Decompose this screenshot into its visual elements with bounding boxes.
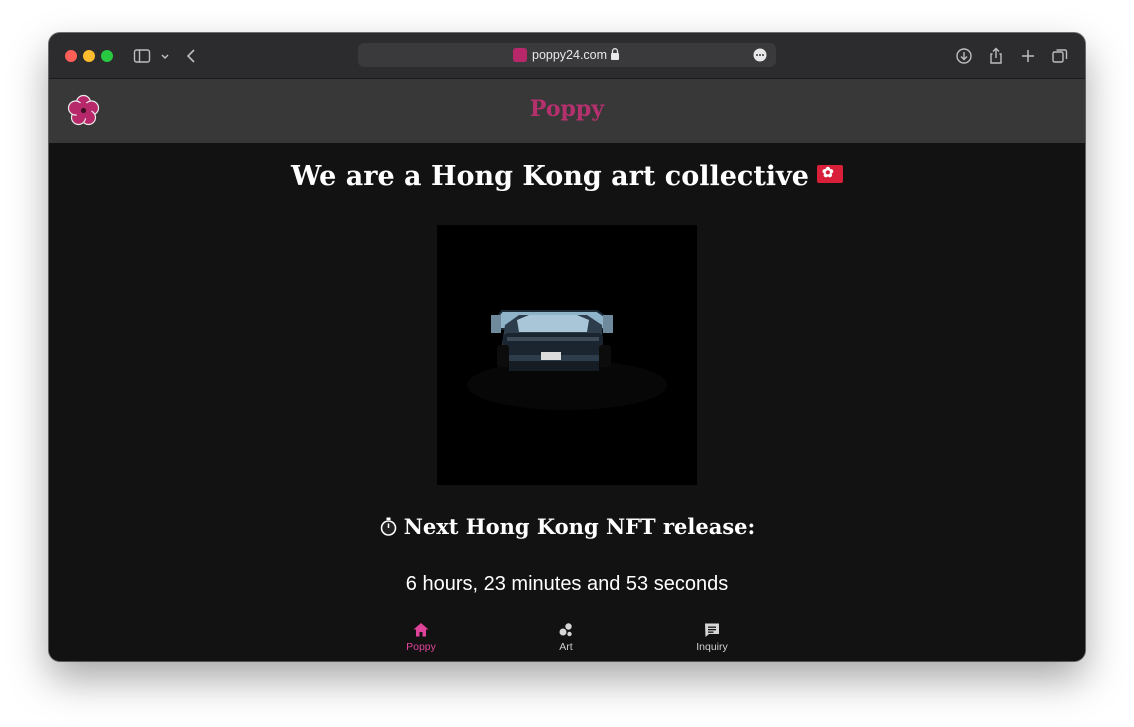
hong-kong-flag-icon: [816, 164, 843, 183]
nft-artwork-image: [437, 225, 697, 485]
url-text: poppy24.com: [532, 48, 608, 62]
minimize-window-button[interactable]: [83, 50, 95, 62]
release-heading: Next Hong Kong NFT release:: [49, 514, 1085, 539]
app-header: Poppy: [49, 79, 1085, 143]
brand-title[interactable]: Poppy: [49, 96, 1085, 122]
nav-label-inquiry: Inquiry: [696, 641, 728, 653]
lock-icon: [609, 47, 621, 61]
art-icon: [559, 623, 572, 637]
more-icon[interactable]: [753, 48, 767, 62]
supercar-illustration: [491, 310, 613, 371]
main-content: We are a Hong Kong art collective✿ Next …: [49, 143, 1085, 661]
release-label: Next Hong Kong NFT release:: [403, 514, 756, 539]
back-icon[interactable]: [182, 46, 202, 66]
browser-toolbar: poppy24.com: [49, 33, 1085, 79]
nav-item-art[interactable]: Art: [531, 617, 601, 653]
tabs-overview-icon[interactable]: [1050, 46, 1070, 66]
close-window-button[interactable]: [65, 50, 77, 62]
zoom-window-button[interactable]: [101, 50, 113, 62]
bottom-navigation: Poppy Art Inquiry: [49, 617, 1085, 661]
countdown-timer: 6 hours, 23 minutes and 53 seconds: [405, 573, 729, 595]
headline-text: We are a Hong Kong art collective: [291, 161, 809, 192]
home-icon: [413, 623, 429, 637]
nav-label-poppy: Poppy: [406, 641, 436, 653]
chevron-down-icon[interactable]: [155, 46, 175, 66]
nav-item-inquiry[interactable]: Inquiry: [677, 617, 747, 653]
nav-label-art: Art: [559, 641, 573, 653]
download-icon[interactable]: [954, 46, 974, 66]
chat-icon: [705, 623, 719, 637]
browser-window: poppy24.com Poppy We are a Hong Kong art…: [49, 33, 1085, 661]
nav-item-poppy[interactable]: Poppy: [386, 617, 456, 653]
site-favicon: [513, 48, 527, 62]
stopwatch-icon: [379, 516, 398, 536]
sidebar-icon[interactable]: [132, 46, 152, 66]
share-icon[interactable]: [986, 46, 1006, 66]
address-bar[interactable]: poppy24.com: [358, 43, 776, 67]
new-tab-icon[interactable]: [1018, 46, 1038, 66]
page-headline: We are a Hong Kong art collective: [49, 161, 1085, 192]
